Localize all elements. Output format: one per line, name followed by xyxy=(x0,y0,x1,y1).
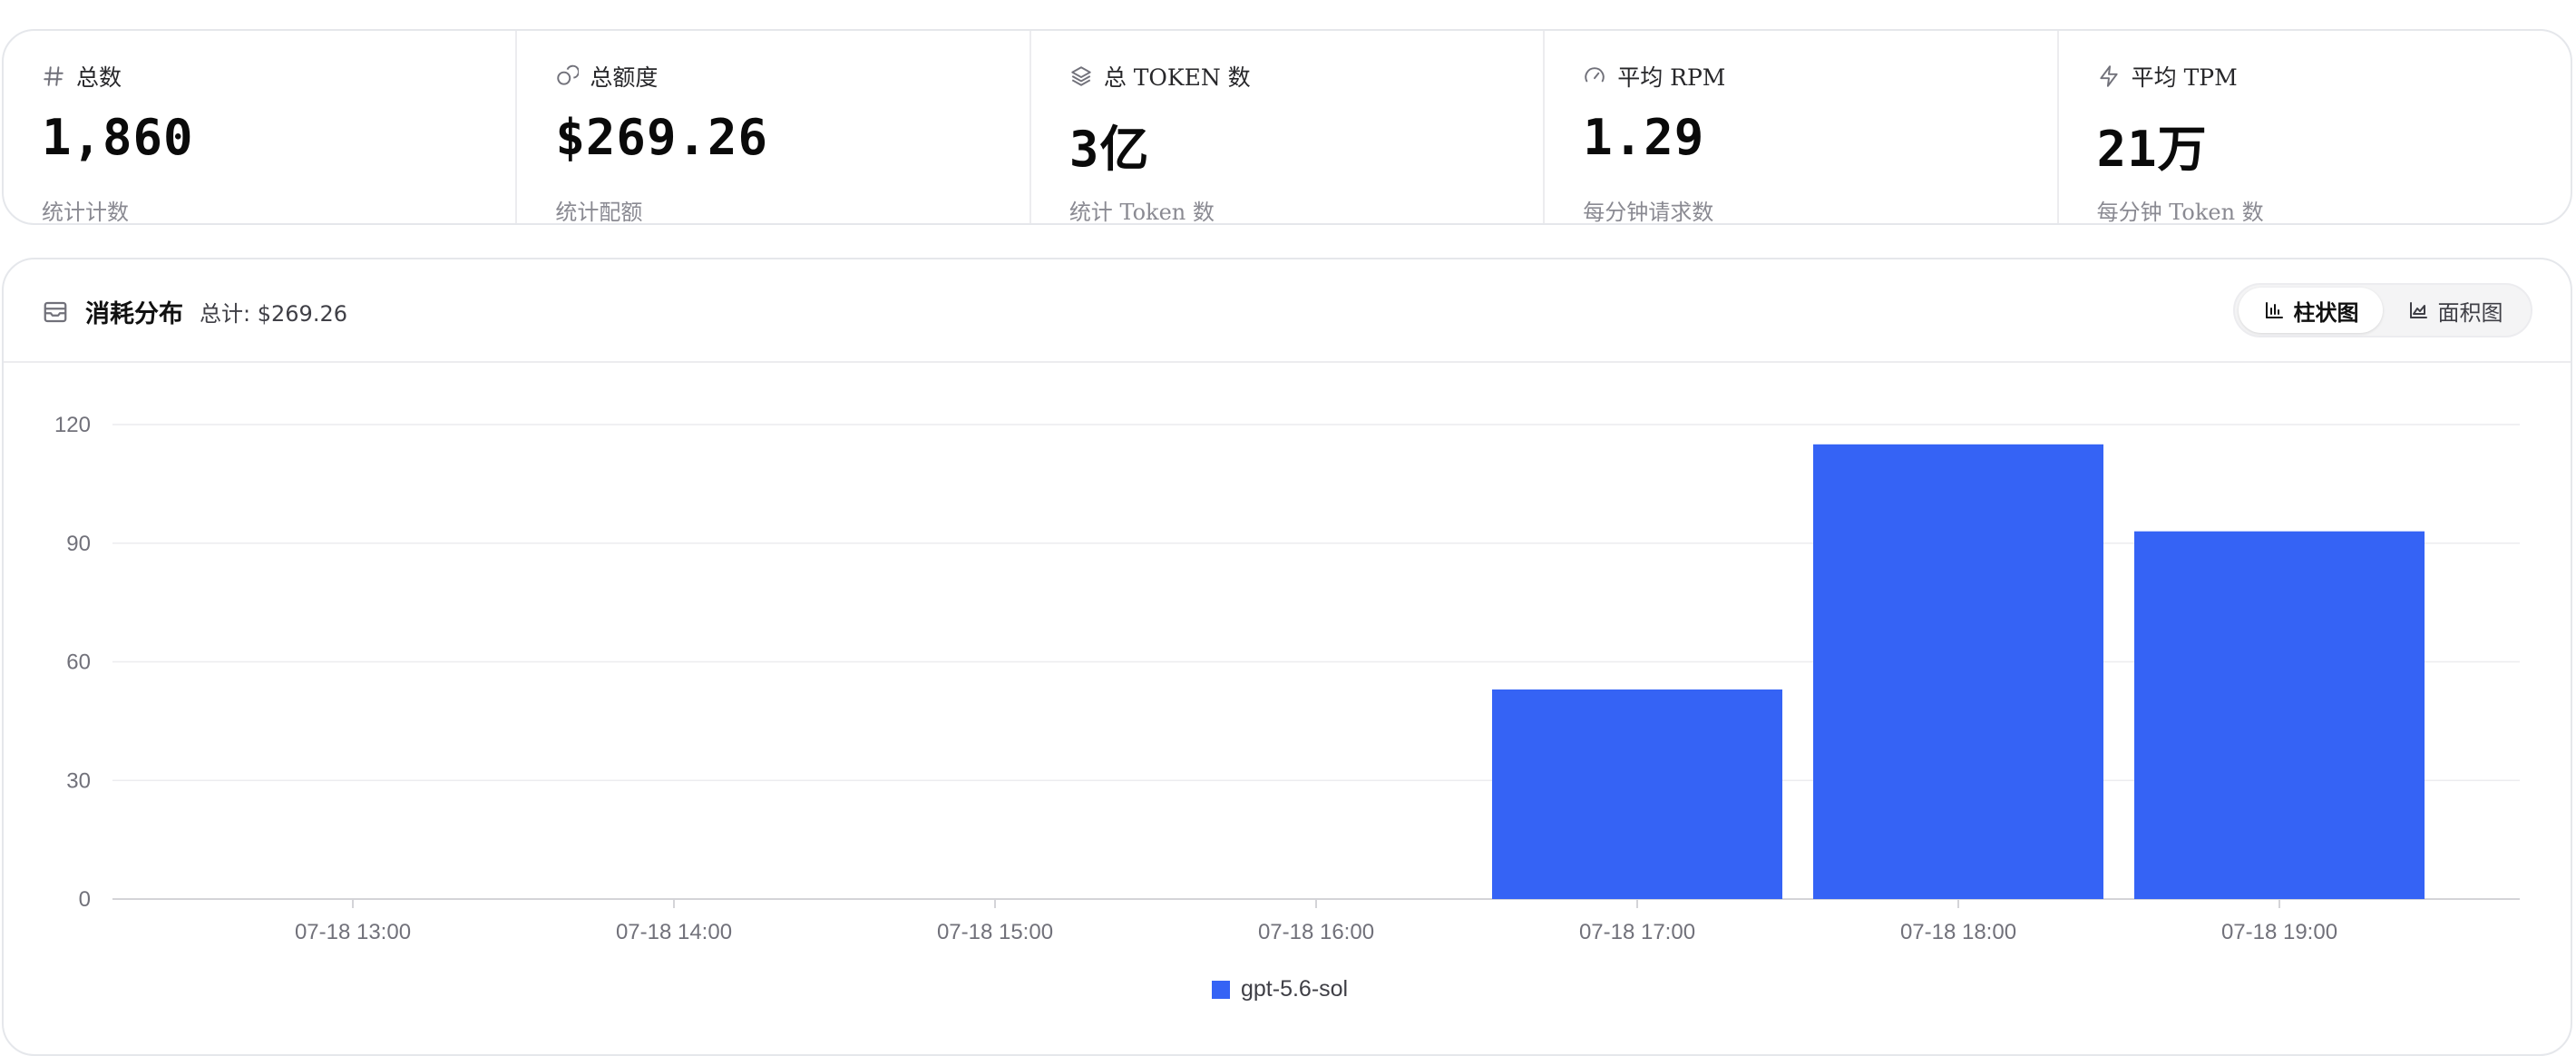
stat-label: 平均 TPM xyxy=(2131,64,2238,91)
x-tick-label: 07-18 14:00 xyxy=(616,920,732,944)
stat-label: 总数 xyxy=(76,64,122,91)
x-tick-label: 07-18 18:00 xyxy=(1900,920,2016,944)
x-tick-label: 07-18 13:00 xyxy=(295,920,411,944)
chart-legend[interactable]: gpt-5.6-sol xyxy=(1212,976,1348,1002)
y-tick-label: 30 xyxy=(66,768,91,793)
zap-icon xyxy=(2099,65,2118,87)
gauge-icon xyxy=(1585,67,1605,83)
legend-label: gpt-5.6-sol xyxy=(1241,976,1349,1002)
y-tick-label: 120 xyxy=(54,413,91,437)
hash-icon xyxy=(44,66,63,86)
stat-label: 总 TOKEN 数 xyxy=(1103,64,1251,91)
y-tick-label: 0 xyxy=(79,887,91,912)
stat-label: 平均 RPM xyxy=(1617,64,1726,91)
x-tick-label: 07-18 16:00 xyxy=(1258,920,1374,944)
y-tick-label: 90 xyxy=(66,532,91,556)
legend-swatch xyxy=(1212,980,1230,999)
x-tick-label: 07-18 15:00 xyxy=(937,920,1053,944)
x-tick-label: 07-18 17:00 xyxy=(1579,920,1695,944)
layers-icon xyxy=(1071,66,1091,86)
y-tick-label: 60 xyxy=(66,650,91,675)
coins-icon xyxy=(557,64,580,85)
bar xyxy=(1813,444,2103,899)
consumption-bar-chart: 0 30 60 90 120 07-18 13:00 07-18 14:00 07-18 15… xyxy=(54,413,2520,944)
bar xyxy=(1492,689,1782,899)
bar xyxy=(2134,531,2425,899)
x-tick-label: 07-18 19:00 xyxy=(2221,920,2337,944)
stat-label: 总额度 xyxy=(590,64,659,91)
